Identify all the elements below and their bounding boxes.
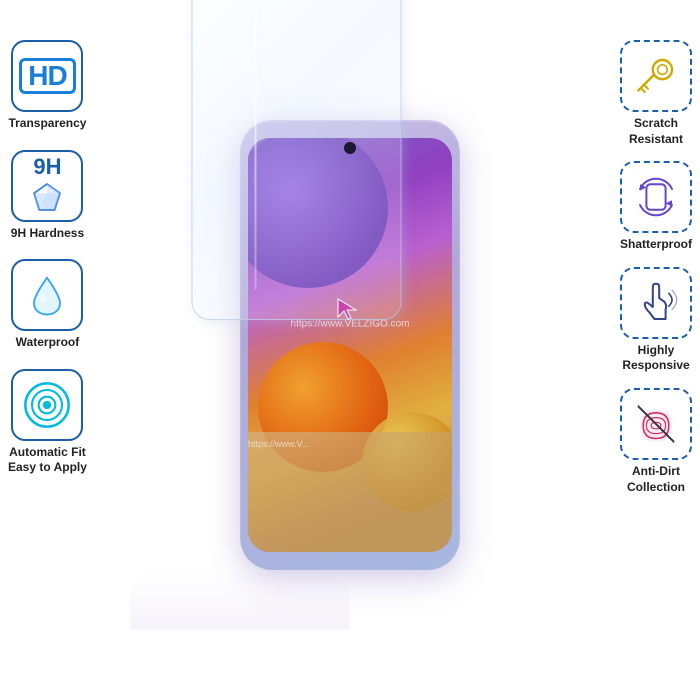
product-features-page: HD Transparency 9H 9H Hardness [0,0,700,700]
key-icon [632,52,680,100]
feature-waterproof: Waterproof [11,259,83,351]
screen-texture-wood [248,432,452,552]
hd-icon: HD [19,58,75,95]
shatterproof-label: Shatterproof [620,237,692,253]
scratch-icon-box [620,40,692,112]
hd-transparency-label: Transparency [8,116,86,132]
rotate-icon [632,173,680,221]
anti-dirt-label: Anti-DirtCollection [627,464,685,495]
diamond-icon [28,178,66,216]
anti-dirt-icon-box [620,388,692,460]
diamond-container: 9H [28,156,66,216]
waterdrop-icon [28,273,66,317]
target-icon [22,380,72,430]
shatterproof-icon-box [620,161,692,233]
auto-fit-label: Automatic FitEasy to Apply [8,445,87,476]
phone-reflection [130,570,350,630]
touch-icon [632,279,680,327]
right-features-column: ScratchResistant Shatterproof [620,40,692,495]
feature-highly-responsive: HighlyResponsive [620,267,692,374]
fingerprint-icon [632,400,680,448]
phone-notch-camera [344,142,356,154]
left-features-column: HD Transparency 9H 9H Hardness [8,40,87,476]
scratch-resistant-label: ScratchResistant [629,116,683,147]
watermark2-text: https://www.V... [248,439,309,449]
hd-icon-box: HD [11,40,83,112]
highly-responsive-label: HighlyResponsive [622,343,689,374]
feature-9h-hardness: 9H 9H Hardness [11,150,84,242]
waterproof-label: Waterproof [16,335,80,351]
responsive-icon-box [620,267,692,339]
feature-auto-fit: Automatic FitEasy to Apply [8,369,87,476]
9h-icon-box: 9H [11,150,83,222]
feature-anti-dirt: Anti-DirtCollection [620,388,692,495]
waterproof-icon-box [11,259,83,331]
glass-screen-protector [192,0,402,320]
feature-scratch-resistant: ScratchResistant [620,40,692,147]
feature-shatterproof: Shatterproof [620,161,692,253]
9h-hardness-label: 9H Hardness [11,226,84,242]
cursor-icon [334,295,362,328]
9h-text: 9H [33,156,61,178]
feature-hd-transparency: HD Transparency [8,40,86,132]
auto-fit-icon-box [11,369,83,441]
phone-display: https://www.VELZIGO.com https://www.V... [210,100,490,600]
